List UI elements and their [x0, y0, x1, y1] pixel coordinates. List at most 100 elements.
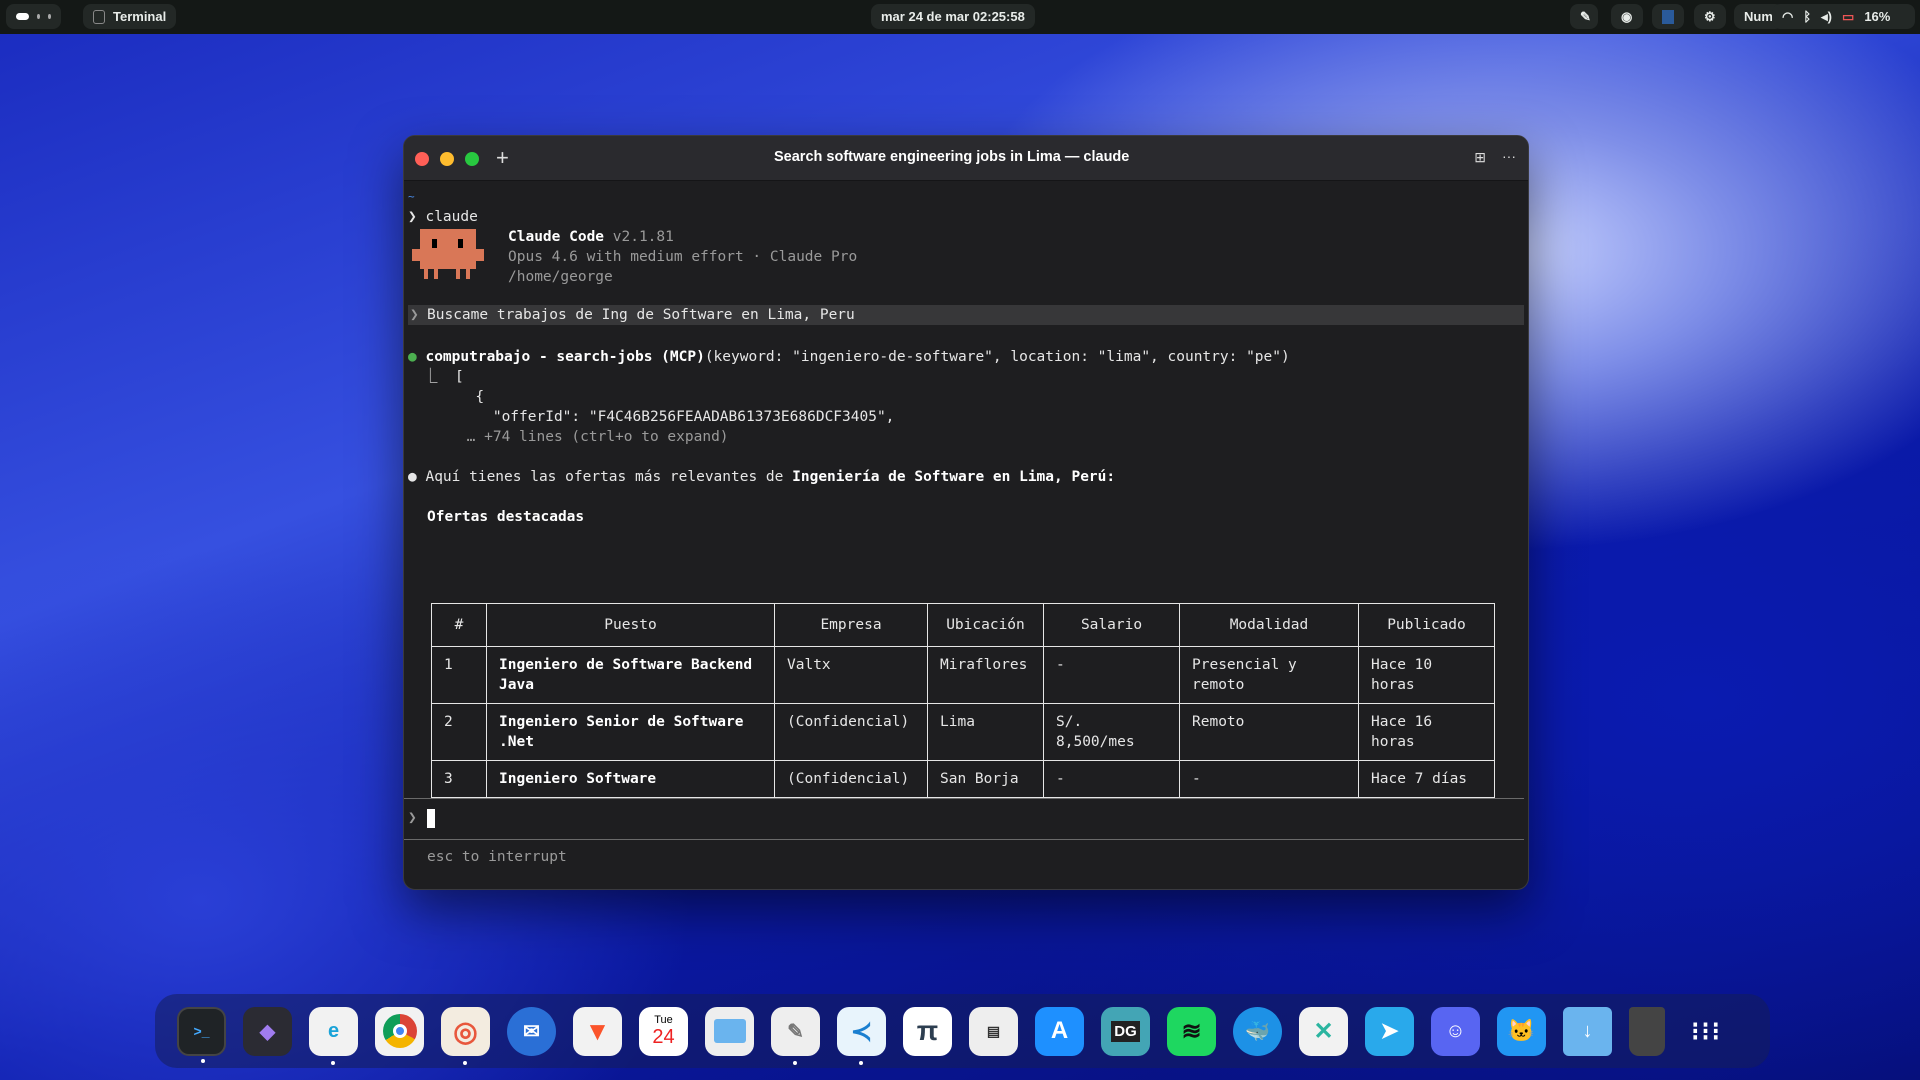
cell-number: 1 [432, 647, 487, 704]
bluetooth-off-icon: ᛒ [1803, 9, 1811, 24]
chrome-icon[interactable] [375, 1007, 424, 1056]
datetime: mar 24 de mar 02:25:58 [881, 9, 1025, 24]
cell-location: San Borja [928, 761, 1044, 798]
model-info: Opus 4.6 with medium effort · Claude Pro [508, 247, 857, 267]
monitor-tray-icon[interactable] [1652, 4, 1684, 29]
input-cursor[interactable] [427, 809, 435, 828]
terminal-window: + Search software engineering jobs in Li… [403, 135, 1529, 890]
edge-icon[interactable]: e [309, 1007, 358, 1056]
discord-tray-icon[interactable]: ◉ [1611, 4, 1643, 29]
cell-location: Miraflores [928, 647, 1044, 704]
more-options-button[interactable]: ··· [1502, 148, 1516, 164]
cell-salary: S/. 8,500/mes [1044, 704, 1180, 761]
calendar-icon[interactable]: Tue24 [639, 1007, 688, 1056]
cell-salary: - [1044, 761, 1180, 798]
pen-icon[interactable]: ✎ [1570, 4, 1598, 29]
cell-modality: Presencial y remoto [1180, 647, 1359, 704]
app-store-icon[interactable]: A [1035, 1007, 1084, 1056]
cell-modality: Remoto [1180, 704, 1359, 761]
table-header-row: # Puesto Empresa Ubicación Salario Modal… [432, 604, 1495, 647]
podcast-app-icon[interactable]: ◎ [441, 1007, 490, 1056]
clock[interactable]: mar 24 de mar 02:25:58 [871, 4, 1035, 29]
column-header: # [432, 604, 487, 647]
window-title: Search software engineering jobs in Lima… [774, 149, 1129, 165]
datagrip-icon[interactable]: DG [1101, 1007, 1150, 1056]
system-status[interactable]: ◠ ᛒ ◂) ▭ 16% [1772, 4, 1915, 29]
workspaces-indicator[interactable] [6, 4, 61, 29]
table-row: 2 Ingeniero Senior de Software .Net (Con… [432, 704, 1495, 761]
remote-desktop-icon[interactable]: ✕ [1299, 1007, 1348, 1056]
maximize-button[interactable] [465, 152, 479, 166]
interrupt-hint: esc to interrupt [427, 847, 567, 867]
trash-icon[interactable] [1629, 1007, 1665, 1056]
column-header: Publicado [1359, 604, 1495, 647]
minimize-button[interactable] [440, 152, 454, 166]
active-app[interactable]: Terminal [83, 4, 176, 29]
cell-company: (Confidencial) [775, 704, 928, 761]
cell-modality: - [1180, 761, 1359, 798]
discord-icon[interactable]: ☺ [1431, 1007, 1480, 1056]
top-bar: Terminal mar 24 de mar 02:25:58 ✎ ◉ ⚙ Nu… [0, 0, 1920, 34]
files-icon[interactable] [705, 1007, 754, 1056]
answer-text: Aquí tienes las ofertas más relevantes d… [425, 469, 792, 485]
command-line: ❯ claude [408, 207, 478, 227]
cell-published: Hace 10 horas [1359, 647, 1495, 704]
telegram-icon[interactable]: ➤ [1365, 1007, 1414, 1056]
column-header: Salario [1044, 604, 1180, 647]
battery-level: 16% [1864, 9, 1890, 24]
column-header: Ubicación [928, 604, 1044, 647]
user-message-text: Buscame trabajos de Ing de Software en L… [427, 305, 855, 325]
text-editor-icon[interactable]: ✎ [771, 1007, 820, 1056]
pi-app-icon[interactable]: π [903, 1007, 952, 1056]
dock: >_ ◆ e ◎ ✉ ▼ Tue24 ✎ ≺ π ▤ A DG ≋ 🐳 ✕ ➤ … [155, 994, 1770, 1068]
answer-bold: Ingeniería de Software en Lima, Perú: [792, 469, 1115, 485]
expand-hint[interactable]: … +74 lines (ctrl+o to expand) [423, 427, 729, 447]
active-app-name: Terminal [113, 9, 166, 24]
column-header: Modalidad [1180, 604, 1359, 647]
cell-number: 3 [432, 761, 487, 798]
section-heading: Ofertas destacadas [427, 509, 584, 525]
obsidian-icon[interactable]: ◆ [243, 1007, 292, 1056]
spotify-icon[interactable]: ≋ [1167, 1007, 1216, 1056]
home-path: /home/george [508, 267, 613, 287]
tool-args: (keyword: "ingeniero-de-software", locat… [705, 349, 1290, 365]
tool-output-line: { [423, 387, 484, 407]
column-header: Puesto [487, 604, 775, 647]
cell-number: 2 [432, 704, 487, 761]
close-button[interactable] [415, 152, 429, 166]
docker-icon[interactable]: 🐳 [1233, 1007, 1282, 1056]
cell-location: Lima [928, 704, 1044, 761]
tool-name: computrabajo - search-jobs (MCP) [425, 349, 704, 365]
volume-icon: ◂) [1821, 9, 1832, 25]
calendar-day: Tue [654, 1014, 673, 1026]
cell-position: Ingeniero Senior de Software .Net [487, 704, 775, 761]
cell-position: Ingeniero Software [487, 761, 775, 798]
tool-output-line: "offerId": "F4C46B256FEAADAB61373E686DCF… [423, 407, 894, 427]
datagrip-label: DG [1111, 1021, 1140, 1042]
vscode-icon[interactable]: ≺ [837, 1007, 886, 1056]
app-name: Claude Code [508, 229, 604, 245]
app-grid-icon[interactable]: ⁝⁝⁝ [1682, 1007, 1731, 1056]
column-header: Empresa [775, 604, 928, 647]
new-tab-button[interactable]: + [496, 145, 509, 171]
thunderbird-icon[interactable]: ✉ [507, 1007, 556, 1056]
input-divider [404, 798, 1524, 799]
calendar-date: 24 [652, 1026, 674, 1049]
terminal-content[interactable]: ~ ❯ claude Claude Code v2.1.81 Opus 4.6 … [404, 181, 1528, 889]
extension-icon[interactable]: ⚙ [1694, 4, 1726, 29]
wifi-icon: ◠ [1782, 9, 1793, 25]
cat-app-icon[interactable]: 🐱 [1497, 1007, 1546, 1056]
cwd: ~ [408, 187, 415, 207]
brave-icon[interactable]: ▼ [573, 1007, 622, 1056]
grid-view-icon[interactable]: ⊞ [1474, 149, 1486, 166]
title-bar: + Search software engineering jobs in Li… [404, 136, 1528, 181]
downloads-folder-icon[interactable]: ↓ [1563, 1007, 1612, 1056]
system-monitor-icon[interactable]: ▤ [969, 1007, 1018, 1056]
cell-published: Hace 7 días [1359, 761, 1495, 798]
table-row: 1 Ingeniero de Software Backend Java Val… [432, 647, 1495, 704]
input-divider [404, 839, 1524, 840]
terminal-app-icon[interactable]: >_ [177, 1007, 226, 1056]
cell-company: (Confidencial) [775, 761, 928, 798]
num-lock-label: Num [1744, 9, 1773, 24]
cell-position: Ingeniero de Software Backend Java [487, 647, 775, 704]
